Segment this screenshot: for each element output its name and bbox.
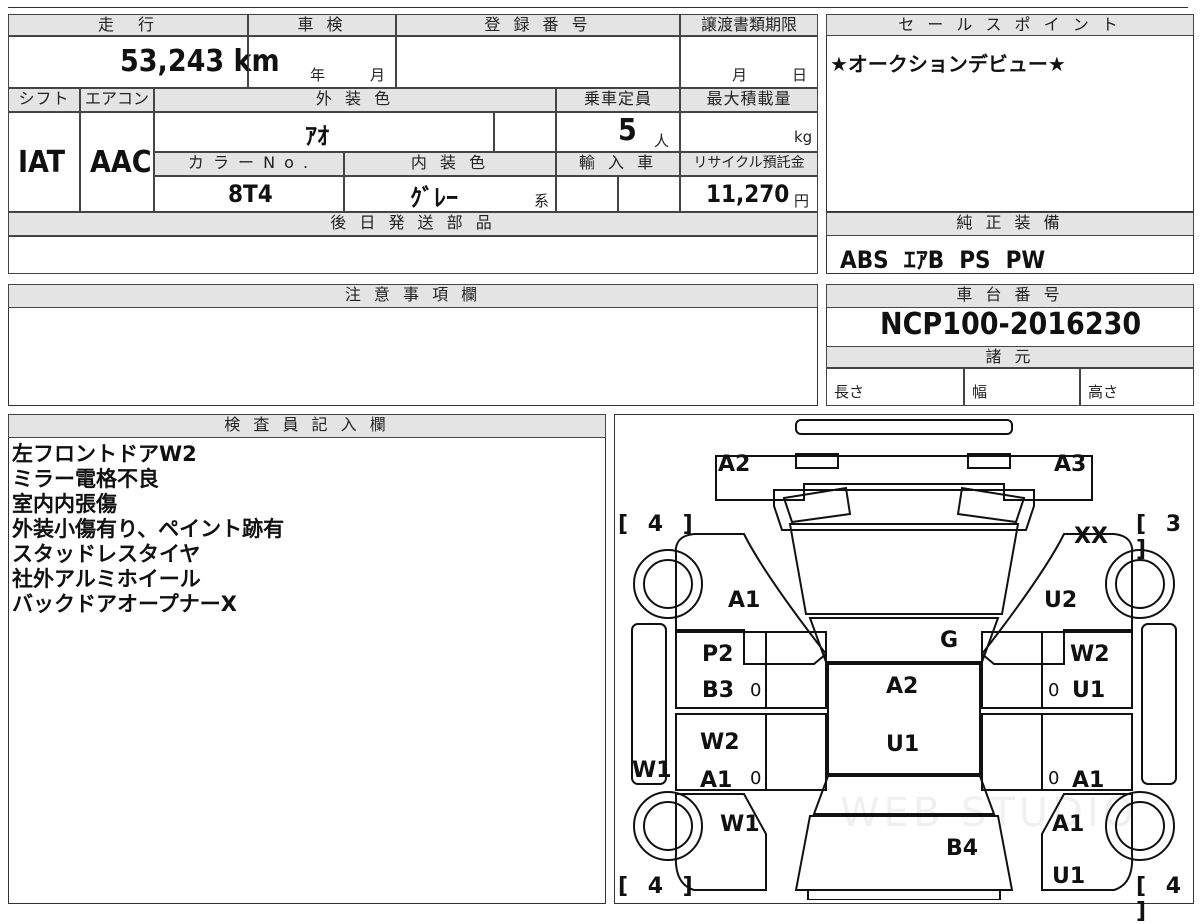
width-label: 幅	[972, 383, 988, 401]
notes-header: 注 意 事 項 欄	[8, 284, 818, 308]
exterior-color-value: ｱｵ	[305, 122, 329, 150]
inspection-month-unit: 月	[370, 66, 386, 84]
label-rear-fender-right: A1	[1052, 812, 1085, 837]
inspector-line: 外装小傷有り、ペイント跡有	[12, 517, 285, 541]
capacity-value: 5	[618, 113, 637, 148]
zero-mark: 0	[750, 680, 762, 701]
transfer-day-unit: 日	[792, 66, 808, 84]
recycle-unit: 円	[794, 192, 810, 210]
label-door-rl-2: A1	[700, 768, 733, 793]
standard-equipment-header: 純 正 装 備	[826, 212, 1194, 236]
sales-points-header: セ ー ル ス ポ イ ン ト	[826, 14, 1194, 36]
label-windshield: G	[940, 628, 959, 653]
max-load-header: 最大積載量	[680, 88, 818, 112]
label-rear-fender-left: W1	[720, 812, 760, 837]
tire-rear-right: [ 4 ]	[1136, 874, 1188, 924]
label-fender-left: A1	[728, 588, 761, 613]
zero-mark: 0	[1048, 768, 1060, 789]
height-label: 高さ	[1088, 383, 1119, 401]
label-door-rr: A1	[1072, 768, 1105, 793]
sales-points-text: ★オークションデビュー★	[830, 52, 1066, 76]
interior-color-header: 内 装 色	[344, 152, 556, 176]
registration-header: 登 録 番 号	[396, 14, 680, 36]
interior-color-value: ｸﾞﾚｰ	[410, 184, 458, 212]
label-front-bumper-left: A2	[718, 452, 751, 477]
label-door-fl-1: P2	[702, 642, 734, 667]
transfer-month-unit: 月	[732, 66, 748, 84]
inspector-line: ミラー電格不良	[12, 467, 159, 491]
later-parts-header: 後 日 発 送 部 品	[8, 212, 818, 236]
inspection-year-unit: 年	[310, 66, 326, 84]
label-fender-right-front: XX	[1074, 524, 1108, 549]
label-rear-right-bottom: U1	[1052, 864, 1086, 889]
label-sill-left: W1	[632, 758, 672, 783]
max-load-unit: kg	[794, 128, 813, 146]
capacity-unit: 人	[654, 132, 670, 150]
shift-header: シフト	[8, 88, 80, 112]
watermark: WEB STUDIO	[840, 790, 1139, 836]
aircon-header: エアコン	[80, 88, 154, 112]
exterior-color-header: 外 装 色	[154, 88, 556, 112]
tire-front-right: [ 3 ]	[1136, 512, 1188, 562]
tire-rear-left: [ 4 ]	[618, 874, 699, 899]
label-back: B4	[946, 836, 979, 861]
label-door-fl-2: B3	[702, 678, 735, 703]
exterior-color-extra-cell	[494, 112, 556, 152]
import-cell-a	[556, 176, 618, 212]
mileage-header: 走 行	[8, 14, 248, 36]
label-door-rl-1: W2	[700, 730, 740, 755]
transfer-deadline-header: 譲渡書類期限	[680, 14, 818, 36]
inspector-line: 社外アルミホイール	[12, 567, 201, 591]
inspector-line: 左フロントドアW2	[12, 442, 197, 466]
zero-mark: 0	[750, 768, 762, 789]
length-label: 長さ	[834, 383, 865, 401]
shift-value: IAT	[18, 145, 66, 180]
chassis-header: 車 台 番 号	[826, 284, 1194, 308]
tire-front-left: [ 4 ]	[618, 512, 699, 537]
label-door-fr-2: U1	[1072, 678, 1106, 703]
top-strip	[8, 0, 1188, 8]
later-parts-cell	[8, 236, 818, 274]
zero-mark: 0	[1048, 680, 1060, 701]
label-roof-1: A2	[886, 674, 919, 699]
specs-header: 諸 元	[826, 346, 1194, 368]
inspection-header: 車 検	[248, 14, 396, 36]
import-cell-b	[618, 176, 680, 212]
standard-equipment-text: ABS ｴｱB PS PW	[840, 246, 1046, 274]
import-header: 輸 入 車	[556, 152, 680, 176]
inspector-line: スタッドレスタイヤ	[12, 542, 201, 566]
color-no-value: 8T4	[228, 180, 273, 208]
inspector-line: 室内内張傷	[12, 492, 117, 516]
recycle-header: リサイクル預託金	[680, 152, 818, 176]
aircon-value: AAC	[90, 145, 152, 180]
label-roof-2: U1	[886, 732, 920, 757]
capacity-header: 乗車定員	[556, 88, 680, 112]
inspector-line: バックドアオープナーX	[12, 592, 237, 616]
recycle-fee-value: 11,270	[706, 180, 790, 208]
color-no-header: カ ラ ー N o .	[154, 152, 344, 176]
interior-color-suffix: 系	[534, 192, 550, 210]
sales-points-box	[826, 14, 1194, 212]
registration-cell	[396, 36, 680, 88]
inspector-header: 検 査 員 記 入 欄	[8, 414, 606, 438]
label-door-fr-1: W2	[1070, 642, 1110, 667]
chassis-number: NCP100-2016230	[880, 307, 1142, 342]
label-front-bumper-right: A3	[1054, 452, 1087, 477]
label-fender-right: U2	[1044, 588, 1078, 613]
inspector-lines: 左フロントドアW2 ミラー電格不良 室内内張傷 外装小傷有り、ペイント跡有 スタ…	[12, 442, 284, 617]
